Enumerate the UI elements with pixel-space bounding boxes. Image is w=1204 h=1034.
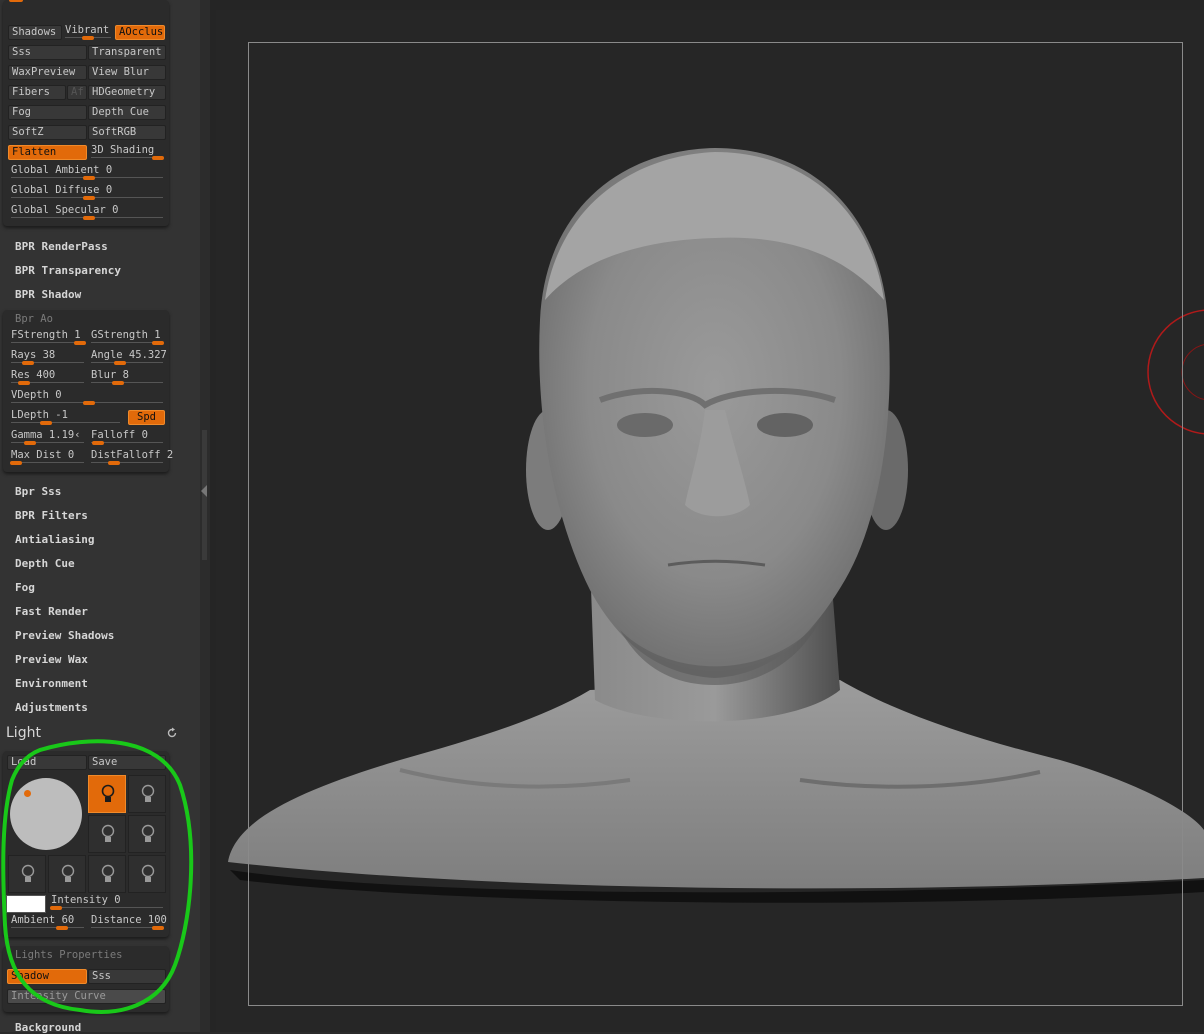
document-frame <box>248 42 1183 1006</box>
brush-cursor-inner <box>1181 344 1204 400</box>
